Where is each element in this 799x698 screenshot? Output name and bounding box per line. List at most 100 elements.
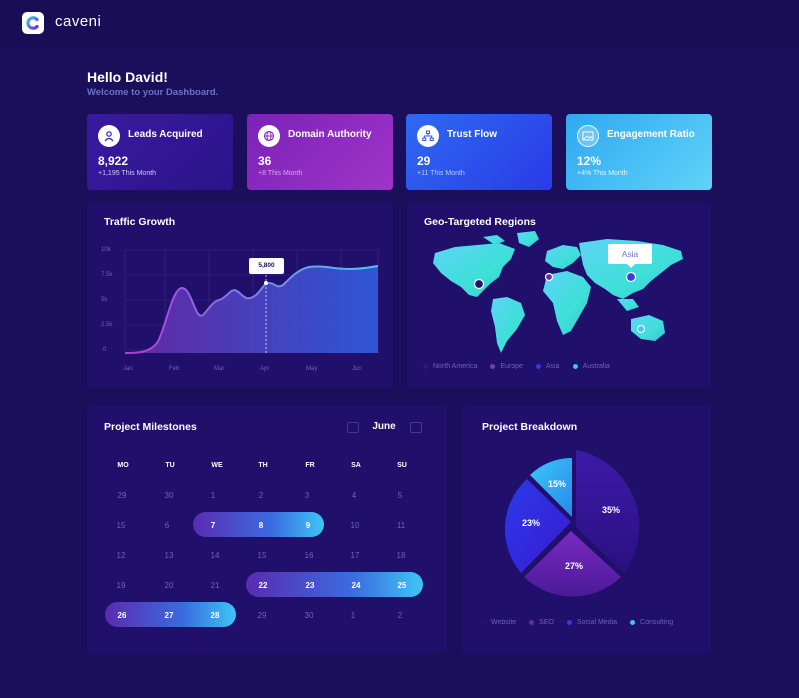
legend-item: Social Media [566,619,617,626]
x-tick: Jan [123,366,133,372]
calendar-day[interactable]: 20 [154,581,184,590]
calendar-day[interactable]: 2 [246,491,276,500]
stat-value: 8,922 [98,154,129,168]
calendar-day-selected[interactable]: 7 [198,521,228,530]
calendar-day[interactable]: 29 [247,611,277,620]
x-tick: Feb [169,366,180,372]
calendar-day-selected[interactable]: 22 [248,581,278,590]
greeting-title: Hello David! [87,69,168,85]
marker-asia [625,271,637,283]
top-bar: caveni [0,0,799,46]
legend-swatch [572,364,578,369]
pie-label: 27% [565,561,584,571]
marker-australia [636,324,646,334]
calendar-day[interactable]: 30 [154,491,184,500]
stat-card-domain-authority[interactable]: Domain Authority 36 +8 This Month [247,114,393,190]
calendar-day[interactable]: 11 [386,521,416,530]
geo-legend: North America Europe Asia Australia [423,363,623,370]
project-breakdown-panel: Project Breakdown 35% 27% 23% 15% Websit… [461,405,711,653]
pie-chart [504,450,640,597]
sitemap-icon [417,125,439,147]
legend-swatch [529,620,535,625]
weekday-label: SU [397,462,407,469]
weekday-label: WE [211,462,223,469]
calendar-day[interactable]: 14 [200,551,230,560]
x-tick: Apr [260,366,270,372]
world-map[interactable] [407,203,711,388]
calendar-day[interactable]: 5 [385,491,415,500]
traffic-growth-panel: Traffic Growth 5,800 10k 7.5k 5k 2.5k 0 … [87,203,393,388]
stat-title: Engagement Ratio [607,129,695,140]
stat-card-leads[interactable]: Leads Acquired 8,922 +1,195 This Month [87,114,233,190]
legend-swatch [481,620,486,625]
calendar-day[interactable]: 6 [152,521,182,530]
y-tick: 0 [103,347,107,353]
marker-north-america [473,278,485,290]
caveni-logo-icon[interactable] [22,12,44,34]
calendar-day[interactable]: 1 [338,611,368,620]
stat-sub: +4% This Month [577,170,628,177]
calendar-day[interactable]: 17 [340,551,370,560]
legend-item: SEO [529,619,554,626]
legend-swatch [535,364,541,369]
calendar-day-selected[interactable]: 23 [295,581,325,590]
stat-value: 12% [577,154,602,168]
traffic-chart [124,249,379,354]
calendar-day[interactable]: 15 [247,551,277,560]
y-tick: 10k [101,247,111,253]
calendar-day[interactable]: 18 [386,551,416,560]
calendar-day-selected[interactable]: 24 [341,581,371,590]
calendar-day-selected[interactable]: 8 [246,521,276,530]
traffic-area [125,266,378,353]
breakdown-legend: Website SEO Social Media Consulting [481,619,686,626]
stat-sub: +1,195 This Month [98,170,157,177]
calendar-day[interactable]: 16 [294,551,324,560]
calendar-day[interactable]: 13 [154,551,184,560]
stat-title: Domain Authority [288,129,372,140]
stat-value: 36 [258,154,272,168]
prev-month-button[interactable] [347,422,359,433]
calendar-day[interactable]: 4 [339,491,369,500]
legend-item: Europe [490,363,523,370]
legend-item: Asia [535,363,560,370]
map-callout: Asia [621,249,639,259]
panel-title: Project Milestones [104,421,197,433]
calendar-day-selected[interactable]: 9 [293,521,323,530]
calendar-day-selected[interactable]: 27 [154,611,184,620]
x-tick: Jun [352,366,362,372]
calendar-day[interactable]: 21 [200,581,230,590]
calendar-day[interactable]: 12 [106,551,136,560]
calendar-day[interactable]: 15 [106,521,136,530]
weekday-label: TU [165,462,175,469]
weekday-label: FR [305,462,315,469]
globe-icon [258,125,280,147]
calendar-day-selected[interactable]: 25 [387,581,417,590]
legend-item: North America [423,363,477,370]
legend-swatch [490,364,496,369]
calendar-day[interactable]: 2 [385,611,415,620]
calendar-day[interactable]: 29 [107,491,137,500]
stat-card-engagement-ratio[interactable]: Engagement Ratio 12% +4% This Month [566,114,712,190]
legend-item: Consulting [630,619,673,626]
calendar-day[interactable]: 10 [340,521,370,530]
next-month-button[interactable] [410,422,422,433]
stat-card-trust-flow[interactable]: Trust Flow 29 +11 This Month [406,114,552,190]
calendar-day-selected[interactable]: 28 [200,611,230,620]
calendar-day[interactable]: 3 [292,491,322,500]
marker-europe [544,272,554,282]
legend-item: Australia [572,363,610,370]
stat-title: Leads Acquired [128,129,203,140]
calendar-day[interactable]: 19 [106,581,136,590]
calendar-month: June [372,421,396,432]
stat-sub: +8 This Month [258,170,303,177]
calendar-day[interactable]: 1 [198,491,228,500]
calendar-day-selected[interactable]: 26 [107,611,137,620]
weekday-label: SA [351,462,361,469]
calendar-day[interactable]: 30 [294,611,324,620]
y-tick: 5k [101,297,108,303]
tooltip-value: 5,800 [258,262,275,269]
legend-item: Website [481,619,516,626]
legend-swatch [423,364,428,369]
app-name: caveni [55,13,102,30]
image-icon [577,125,599,147]
